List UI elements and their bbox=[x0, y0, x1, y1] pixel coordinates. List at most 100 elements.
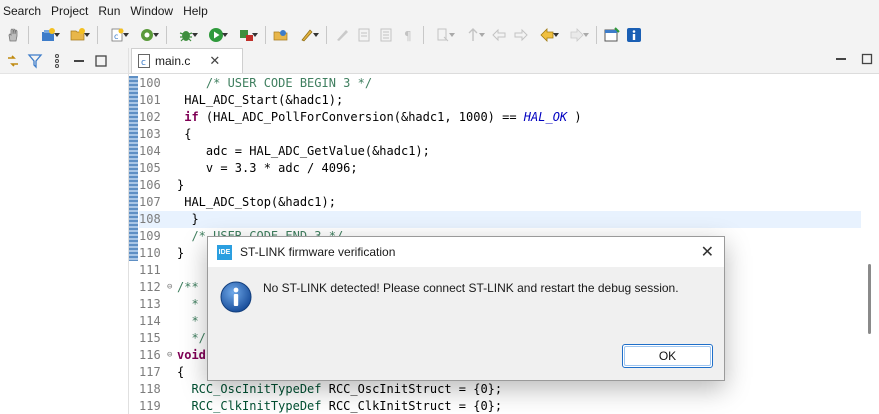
tab-close-icon[interactable]: ✕ bbox=[209, 53, 220, 69]
line-number: 111 bbox=[139, 263, 161, 277]
code-line: 105 v = 3.3 * adc / 4096; bbox=[139, 160, 869, 177]
menu-search[interactable]: Search bbox=[0, 0, 46, 22]
line-number: 119 bbox=[139, 399, 161, 413]
toggle-mark-icon[interactable] bbox=[353, 24, 375, 46]
next-annotation-icon[interactable] bbox=[428, 24, 458, 46]
code-line: 103 { bbox=[139, 126, 869, 143]
line-number: 113 bbox=[139, 297, 161, 311]
fold-toggle bbox=[167, 126, 177, 143]
code-token: * bbox=[177, 297, 199, 311]
code-token: { bbox=[177, 127, 192, 141]
open-perspective-icon[interactable] bbox=[270, 24, 292, 46]
info-icon bbox=[220, 281, 252, 313]
menu-project[interactable]: Project bbox=[46, 0, 93, 22]
link-icon[interactable] bbox=[4, 52, 22, 70]
menu-window[interactable]: Window bbox=[125, 0, 178, 22]
fold-toggle bbox=[167, 109, 177, 126]
code-token: RCC_OscInitTypeDef bbox=[177, 382, 322, 396]
dialog-close-icon[interactable]: ✕ bbox=[701, 242, 714, 262]
code-token: HAL_ADC_Start(&hadc1); bbox=[177, 93, 344, 107]
fold-toggle[interactable]: ⊖ bbox=[167, 347, 177, 364]
tab-main-c[interactable]: c main.c ✕ bbox=[131, 48, 243, 73]
code-token: } bbox=[177, 212, 199, 226]
fold-toggle bbox=[167, 381, 177, 398]
fold-toggle bbox=[167, 194, 177, 211]
back-arrow-icon[interactable] bbox=[532, 24, 562, 46]
new-folder-icon[interactable] bbox=[63, 24, 93, 46]
block-selection-icon[interactable] bbox=[375, 24, 397, 46]
ok-button-label: OK bbox=[658, 349, 677, 363]
change-ruler bbox=[129, 76, 138, 261]
stlink-verification-dialog: IDE ST-LINK firmware verification ✕ No S… bbox=[207, 236, 725, 381]
code-token: void bbox=[177, 348, 206, 362]
info-icon[interactable] bbox=[623, 24, 645, 46]
line-number: 108 bbox=[139, 212, 161, 226]
fold-toggle bbox=[167, 228, 177, 245]
external-tools-icon[interactable] bbox=[231, 24, 261, 46]
maximize-icon[interactable] bbox=[861, 53, 873, 65]
marker-icon[interactable] bbox=[292, 24, 322, 46]
toolbar-separator bbox=[97, 26, 98, 44]
vertical-scrollbar[interactable] bbox=[861, 74, 879, 414]
more-icon[interactable] bbox=[48, 52, 66, 70]
filter-icon[interactable] bbox=[26, 52, 44, 70]
editor-tab-bar: c main.c ✕ bbox=[129, 48, 879, 74]
pilcrow-icon[interactable]: ¶ bbox=[397, 24, 419, 46]
last-edit-icon[interactable] bbox=[488, 24, 510, 46]
menu-help[interactable]: Help bbox=[178, 0, 213, 22]
fold-toggle bbox=[167, 330, 177, 347]
tab-label: main.c bbox=[155, 54, 191, 68]
line-number: 103 bbox=[139, 127, 161, 141]
minimize-icon[interactable] bbox=[835, 53, 847, 65]
previous-annotation-icon[interactable] bbox=[458, 24, 488, 46]
code-line: 102 if (HAL_ADC_PollForConversion(&hadc1… bbox=[139, 109, 869, 126]
debug-icon[interactable] bbox=[171, 24, 201, 46]
hand-icon[interactable] bbox=[2, 24, 24, 46]
code-token: RCC_OscInitStruct = {0}; bbox=[321, 382, 503, 396]
code-token: ) bbox=[567, 110, 582, 124]
svg-text:c: c bbox=[141, 58, 146, 68]
dialog-body: No ST-LINK detected! Please connect ST-L… bbox=[208, 267, 724, 381]
panel-toolbar bbox=[0, 48, 128, 74]
code-line: 104 adc = HAL_ADC_GetValue(&hadc1); bbox=[139, 143, 869, 160]
code-line: 101 HAL_ADC_Start(&hadc1); bbox=[139, 92, 869, 109]
menu-run[interactable]: Run bbox=[93, 0, 125, 22]
code-line: 106} bbox=[139, 177, 869, 194]
menu-bar: Search Project Run Window Help bbox=[0, 0, 879, 22]
line-number: 114 bbox=[139, 314, 161, 328]
pen-icon[interactable] bbox=[331, 24, 353, 46]
maximize-icon[interactable] bbox=[92, 52, 110, 70]
fold-toggle bbox=[167, 398, 177, 414]
fold-toggle bbox=[167, 92, 177, 109]
forward-arrow-icon[interactable] bbox=[562, 24, 592, 46]
line-number: 118 bbox=[139, 382, 161, 396]
toolbar-separator bbox=[596, 26, 597, 44]
toolbar-separator bbox=[265, 26, 266, 44]
dialog-title-bar: IDE ST-LINK firmware verification ✕ bbox=[208, 237, 724, 267]
fold-toggle[interactable]: ⊖ bbox=[167, 279, 177, 296]
fold-toggle bbox=[167, 364, 177, 381]
line-number: 107 bbox=[139, 195, 161, 209]
run-icon[interactable] bbox=[201, 24, 231, 46]
line-number: 101 bbox=[139, 93, 161, 107]
open-console-icon[interactable] bbox=[601, 24, 623, 46]
code-token: */ bbox=[177, 331, 206, 345]
code-token: HAL_ADC_Stop(&hadc1); bbox=[177, 195, 336, 209]
line-number: 106 bbox=[139, 178, 161, 192]
fold-toggle bbox=[167, 143, 177, 160]
code-token: /** bbox=[177, 280, 199, 294]
new-c-file-icon[interactable]: c bbox=[102, 24, 132, 46]
build-settings-icon[interactable] bbox=[132, 24, 162, 46]
scrollbar-thumb[interactable] bbox=[868, 264, 871, 334]
new-project-icon[interactable] bbox=[33, 24, 63, 46]
toolbar-separator bbox=[423, 26, 424, 44]
project-explorer-panel bbox=[0, 48, 129, 414]
ok-button[interactable]: OK bbox=[622, 344, 713, 368]
fold-toggle bbox=[167, 160, 177, 177]
code-line: 107 HAL_ADC_Stop(&hadc1); bbox=[139, 194, 869, 211]
minimize-icon[interactable] bbox=[70, 52, 88, 70]
dialog-message: No ST-LINK detected! Please connect ST-L… bbox=[263, 281, 679, 295]
forward-edit-icon[interactable] bbox=[510, 24, 532, 46]
code-token: HAL_OK bbox=[523, 110, 568, 124]
fold-toggle bbox=[167, 75, 177, 92]
